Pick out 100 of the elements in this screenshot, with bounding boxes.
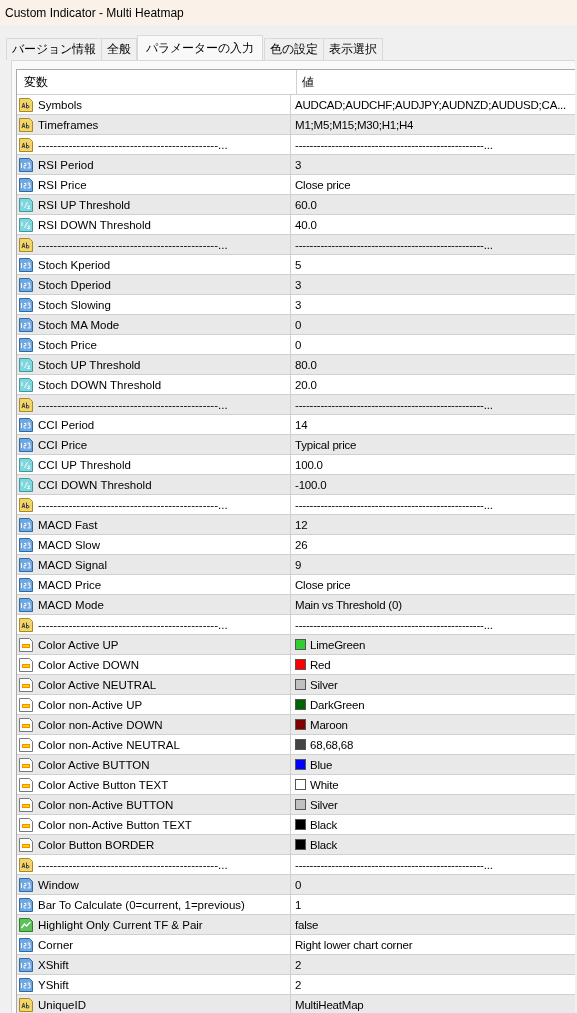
parameter-value: DarkGreen xyxy=(310,698,365,711)
decimal-type-icon xyxy=(18,216,34,233)
parameter-row[interactable]: YShift 2 xyxy=(17,974,575,994)
integer-type-icon xyxy=(18,276,34,293)
column-header[interactable]: 値 xyxy=(297,70,575,94)
parameter-row[interactable]: CCI UP Threshold 100.0 xyxy=(17,454,575,474)
parameter-row[interactable]: Color non-Active UP DarkGreen xyxy=(17,694,575,714)
integer-type-icon xyxy=(18,956,34,973)
parameter-name: MACD Mode xyxy=(38,598,104,611)
parameter-value: 40.0 xyxy=(295,218,317,231)
text-type-icon xyxy=(18,616,34,633)
parameter-name: -----------------------------------------------... xyxy=(38,858,228,871)
parameter-value: 5 xyxy=(295,258,302,271)
parameter-row[interactable]: Color non-Active BUTTON Silver xyxy=(17,794,575,814)
parameter-name: Color non-Active BUTTON xyxy=(38,798,174,811)
parameter-name: MACD Slow xyxy=(38,538,100,551)
parameter-value: ----------------------------------------------------... xyxy=(295,618,493,631)
parameter-name: Stoch Price xyxy=(38,338,97,351)
parameter-name: Color non-Active DOWN xyxy=(38,718,163,731)
integer-type-icon xyxy=(18,556,34,573)
parameter-row[interactable]: Stoch Price 0 xyxy=(17,334,575,354)
parameter-row[interactable]: Symbols AUDCAD;AUDCHF;AUDJPY;AUDNZD;AUDUSD;CA... xyxy=(17,94,575,114)
parameter-row[interactable]: Stoch Slowing 3 xyxy=(17,294,575,314)
parameter-row[interactable]: Corner Right lower chart corner xyxy=(17,934,575,954)
parameter-row[interactable]: Stoch UP Threshold 80.0 xyxy=(17,354,575,374)
tab[interactable]: 色の設定 xyxy=(264,38,324,60)
parameter-value: M1;M5;M15;M30;H1;H4 xyxy=(295,118,414,131)
parameter-row[interactable]: -----------------------------------------------... ----------------------------------------------------... xyxy=(17,614,575,634)
parameter-row[interactable]: -----------------------------------------------... ----------------------------------------------------... xyxy=(17,494,575,514)
parameter-row[interactable]: -----------------------------------------------... ----------------------------------------------------... xyxy=(17,234,575,254)
boolean-type-icon xyxy=(18,916,34,933)
parameter-row[interactable]: RSI Period 3 xyxy=(17,154,575,174)
parameter-value: 0 xyxy=(295,878,302,891)
parameter-row[interactable]: Color non-Active Button TEXT Black xyxy=(17,814,575,834)
decimal-type-icon xyxy=(18,196,34,213)
parameter-row[interactable]: Color Button BORDER Black xyxy=(17,834,575,854)
parameter-name: -----------------------------------------------... xyxy=(38,138,228,151)
parameter-row[interactable]: -----------------------------------------------... ----------------------------------------------------... xyxy=(17,854,575,874)
parameter-name: -----------------------------------------------... xyxy=(38,398,228,411)
parameter-value: White xyxy=(310,778,339,791)
color-type-icon xyxy=(18,816,34,833)
parameter-value: 80.0 xyxy=(295,358,317,371)
parameter-row[interactable]: CCI Period 14 xyxy=(17,414,575,434)
parameter-row[interactable]: Stoch Kperiod 5 xyxy=(17,254,575,274)
parameter-row[interactable]: MACD Price Close price xyxy=(17,574,575,594)
parameter-value: ----------------------------------------------------... xyxy=(295,398,493,411)
parameter-row[interactable]: Stoch MA Mode 0 xyxy=(17,314,575,334)
parameter-name: MACD Price xyxy=(38,578,102,591)
parameter-value: MultiHeatMap xyxy=(295,998,364,1011)
parameter-name: YShift xyxy=(38,978,69,991)
parameter-value: 14 xyxy=(295,418,308,431)
integer-type-icon xyxy=(18,536,34,553)
parameter-row[interactable]: MACD Mode Main vs Threshold (0) xyxy=(17,594,575,614)
decimal-type-icon xyxy=(18,476,34,493)
parameter-row[interactable]: Color Active DOWN Red xyxy=(17,654,575,674)
text-type-icon xyxy=(18,496,34,513)
parameter-row[interactable]: MACD Signal 9 xyxy=(17,554,575,574)
parameter-row[interactable]: RSI UP Threshold 60.0 xyxy=(17,194,575,214)
parameter-name: Color Active Button TEXT xyxy=(38,778,169,791)
parameter-row[interactable]: Highlight Only Current TF & Pair false xyxy=(17,914,575,934)
parameter-value: 2 xyxy=(295,978,302,991)
parameter-row[interactable]: MACD Fast 12 xyxy=(17,514,575,534)
parameter-row[interactable]: XShift 2 xyxy=(17,954,575,974)
parameter-row[interactable]: Color Active NEUTRAL Silver xyxy=(17,674,575,694)
parameter-row[interactable]: Color Active UP LimeGreen xyxy=(17,634,575,654)
parameter-name: CCI Price xyxy=(38,438,88,451)
parameter-row[interactable]: Timeframes M1;M5;M15;M30;H1;H4 xyxy=(17,114,575,134)
parameter-name: Window xyxy=(38,878,79,891)
parameter-name: Color Active DOWN xyxy=(38,658,139,671)
tab[interactable]: 表示選択 xyxy=(323,38,383,60)
parameter-row[interactable]: -----------------------------------------------... ----------------------------------------------------... xyxy=(17,394,575,414)
parameter-row[interactable]: MACD Slow 26 xyxy=(17,534,575,554)
parameter-row[interactable]: CCI DOWN Threshold -100.0 xyxy=(17,474,575,494)
parameter-value: -100.0 xyxy=(295,478,327,491)
tab[interactable]: 全般 xyxy=(101,38,137,60)
parameter-row[interactable]: Stoch Dperiod 3 xyxy=(17,274,575,294)
parameter-row[interactable]: Color non-Active DOWN Maroon xyxy=(17,714,575,734)
parameter-name: Color non-Active UP xyxy=(38,698,143,711)
parameter-value: Maroon xyxy=(310,718,348,731)
tab[interactable]: パラメーターの入力 xyxy=(137,35,263,60)
parameter-row[interactable]: Stoch DOWN Threshold 20.0 xyxy=(17,374,575,394)
parameter-name: Stoch DOWN Threshold xyxy=(38,378,162,391)
parameter-value: 0 xyxy=(295,338,302,351)
parameter-row[interactable]: RSI DOWN Threshold 40.0 xyxy=(17,214,575,234)
parameter-row[interactable]: Bar To Calculate (0=current, 1=previous) 1 xyxy=(17,894,575,914)
parameter-row[interactable]: Color Active Button TEXT White xyxy=(17,774,575,794)
decimal-type-icon xyxy=(18,356,34,373)
parameter-row[interactable]: CCI Price Typical price xyxy=(17,434,575,454)
parameter-row[interactable]: Color Active BUTTON Blue xyxy=(17,754,575,774)
parameter-value: AUDCAD;AUDCHF;AUDJPY;AUDNZD;AUDUSD;CA... xyxy=(295,98,567,111)
parameter-row[interactable]: UniqueID MultiHeatMap xyxy=(17,994,575,1013)
parameter-row[interactable]: Color non-Active NEUTRAL 68,68,68 xyxy=(17,734,575,754)
parameter-value: false xyxy=(295,918,319,931)
parameter-value: 60.0 xyxy=(295,198,317,211)
tab[interactable]: バージョン情報 xyxy=(6,38,102,60)
color-type-icon xyxy=(18,796,34,813)
parameter-row[interactable]: RSI Price Close price xyxy=(17,174,575,194)
parameter-row[interactable]: -----------------------------------------------... ----------------------------------------------------... xyxy=(17,134,575,154)
parameter-name: RSI Price xyxy=(38,178,87,191)
parameter-row[interactable]: Window 0 xyxy=(17,874,575,894)
